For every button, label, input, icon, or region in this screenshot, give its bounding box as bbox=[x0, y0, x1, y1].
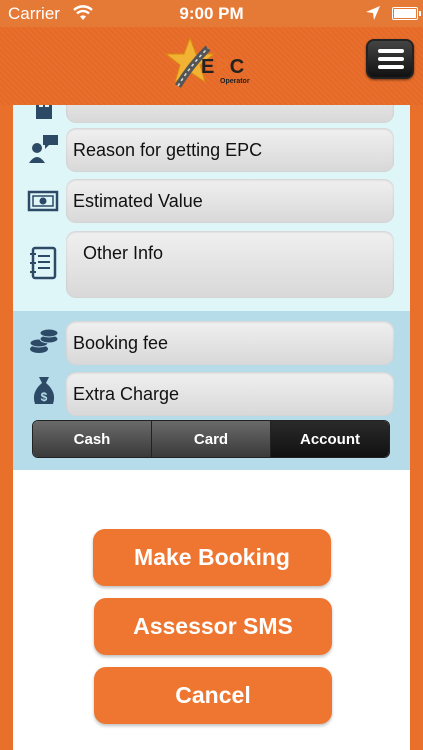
battery-icon bbox=[392, 7, 421, 20]
payment-option-cash[interactable]: Cash bbox=[33, 421, 152, 457]
property-details-section: Reason for getting EPC Estimated Value O… bbox=[13, 105, 410, 311]
other-info-field[interactable]: Other Info bbox=[66, 231, 394, 298]
property-type-field[interactable] bbox=[66, 105, 394, 123]
assessor-sms-button[interactable]: Assessor SMS bbox=[94, 598, 332, 655]
payment-option-card[interactable]: Card bbox=[152, 421, 271, 457]
booking-form: Reason for getting EPC Estimated Value O… bbox=[13, 105, 410, 750]
booking-fee-field[interactable]: Booking fee bbox=[66, 321, 394, 365]
speech-bubble-person-icon bbox=[29, 135, 58, 163]
payment-method-selector[interactable]: Cash Card Account bbox=[32, 420, 390, 458]
building-icon bbox=[36, 105, 52, 119]
make-booking-button[interactable]: Make Booking bbox=[93, 529, 331, 586]
reason-for-epc-field[interactable]: Reason for getting EPC bbox=[66, 128, 394, 172]
cancel-button[interactable]: Cancel bbox=[94, 667, 332, 724]
nav-bar: EPC Operator bbox=[0, 27, 423, 105]
menu-icon bbox=[378, 49, 404, 53]
banknote-icon bbox=[27, 190, 59, 212]
coins-stack-icon bbox=[29, 328, 59, 353]
estimated-value-field[interactable]: Estimated Value bbox=[66, 179, 394, 223]
notebook-icon bbox=[30, 246, 57, 280]
logo-subtitle: Operator bbox=[220, 78, 250, 85]
clock: 9:00 PM bbox=[179, 4, 244, 23]
extra-charge-field[interactable]: Extra Charge bbox=[66, 372, 394, 416]
payment-option-account[interactable]: Account bbox=[271, 421, 389, 457]
menu-button[interactable] bbox=[366, 39, 414, 79]
money-bag-icon: $ bbox=[33, 377, 55, 404]
epc-operator-logo: EPC Operator bbox=[164, 36, 264, 92]
svg-text:$: $ bbox=[41, 390, 48, 404]
logo-text: EPC bbox=[201, 56, 246, 78]
location-arrow-icon bbox=[366, 6, 380, 20]
status-bar: Carrier 9:00 PM bbox=[0, 0, 423, 27]
